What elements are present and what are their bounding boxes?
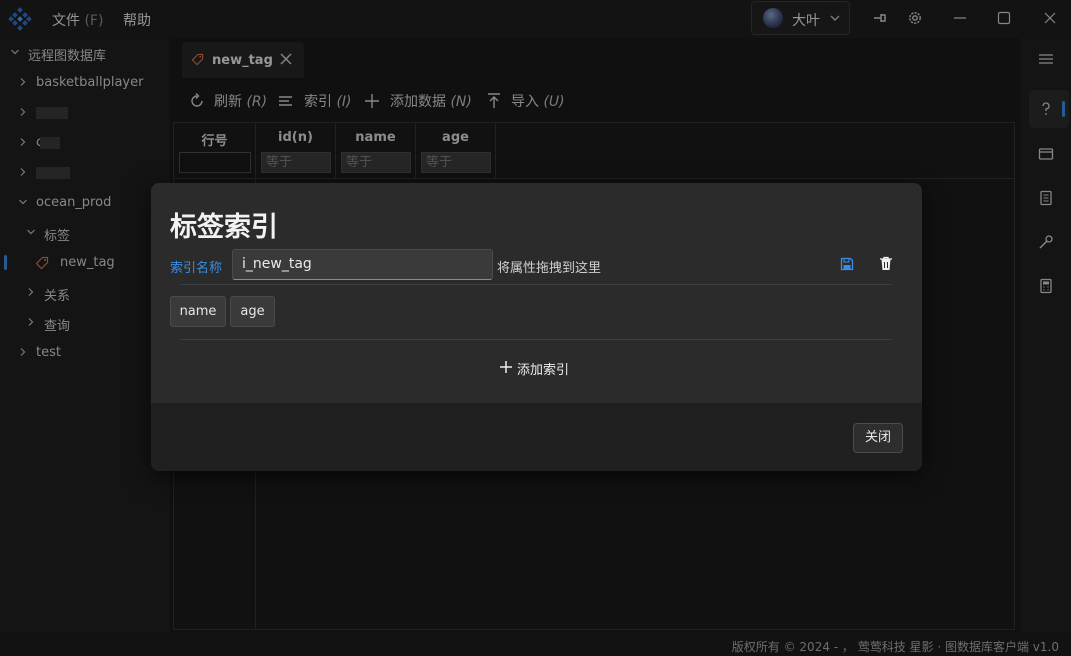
index-name-label: 索引名称: [170, 261, 223, 276]
drop-zone-hint[interactable]: 将属性拖拽到这里: [497, 257, 601, 276]
dialog-title: 标签索引: [170, 212, 278, 243]
index-name-input[interactable]: i_new_tag: [232, 249, 493, 280]
divider: [180, 284, 892, 285]
plus-icon: [500, 361, 512, 373]
add-index-label: 添加索引: [517, 363, 570, 378]
tag-index-dialog: 标签索引 索引名称 i_new_tag 将属性拖拽到这里 name age 添加…: [151, 183, 922, 471]
dialog-footer: 关闭: [151, 403, 922, 471]
divider: [180, 339, 892, 340]
index-field-chip[interactable]: name: [170, 296, 226, 327]
save-icon[interactable]: [840, 257, 854, 271]
trash-icon[interactable]: [879, 256, 893, 271]
close-button[interactable]: 关闭: [853, 423, 903, 453]
index-field-chip[interactable]: age: [230, 296, 275, 327]
